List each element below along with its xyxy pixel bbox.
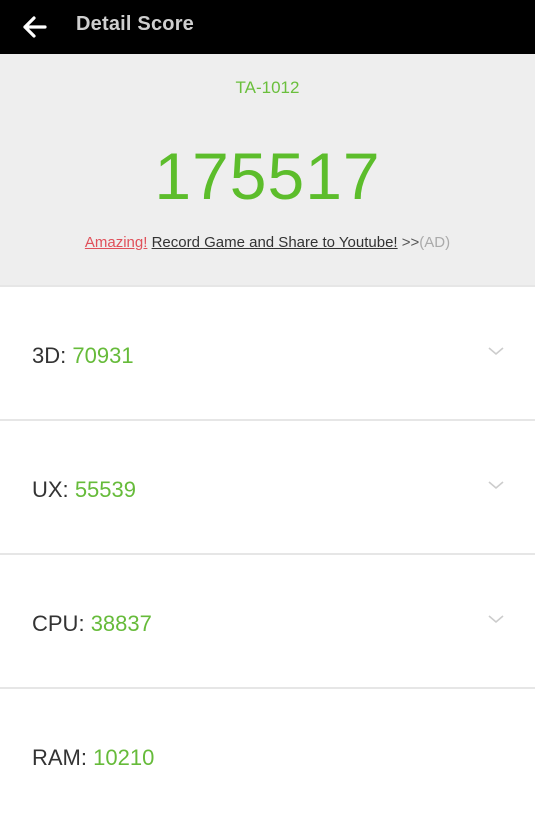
score-name: CPU: bbox=[32, 611, 85, 636]
promo-amazing-link[interactable]: Amazing! bbox=[85, 234, 148, 251]
chevron-down-icon[interactable] bbox=[487, 345, 505, 357]
score-value: 55539 bbox=[74, 477, 136, 502]
score-row-cpu[interactable]: CPU: 38837 bbox=[0, 555, 535, 687]
score-value: 38837 bbox=[90, 611, 152, 636]
ad-badge: (AD) bbox=[419, 234, 451, 251]
score-row-ux[interactable]: UX: 55539 bbox=[0, 421, 535, 553]
score-name: 3D: bbox=[32, 343, 67, 368]
score-label: UX: 55539 bbox=[32, 477, 136, 503]
score-label: CPU: 38837 bbox=[32, 611, 152, 637]
device-model: TA-1012 bbox=[235, 78, 300, 97]
chevron-down-icon[interactable] bbox=[487, 479, 505, 491]
promo-record-link[interactable]: Record Game and Share to Youtube! bbox=[152, 234, 398, 251]
page-title: Detail Score bbox=[76, 13, 195, 35]
score-value: 10210 bbox=[93, 745, 155, 770]
score-header: TA-1012 175517 Amazing! Record Game and … bbox=[0, 54, 535, 285]
score-value: 70931 bbox=[72, 343, 134, 368]
score-label: RAM: 10210 bbox=[32, 745, 154, 771]
total-score: 175517 bbox=[154, 139, 381, 213]
back-button[interactable] bbox=[18, 11, 50, 43]
score-row-ram[interactable]: RAM: 10210 bbox=[0, 689, 535, 821]
promo-arrows: >> bbox=[401, 234, 420, 251]
chevron-down-icon[interactable] bbox=[487, 613, 505, 625]
score-name: RAM: bbox=[32, 745, 87, 770]
top-app-bar: Detail Score bbox=[0, 0, 535, 54]
score-row-3d[interactable]: 3D: 70931 bbox=[0, 287, 535, 419]
score-name: UX: bbox=[32, 477, 69, 502]
score-label: 3D: 70931 bbox=[32, 343, 134, 369]
arrow-left-icon bbox=[23, 16, 47, 38]
promo-banner: Amazing! Record Game and Share to Youtub… bbox=[0, 234, 535, 251]
